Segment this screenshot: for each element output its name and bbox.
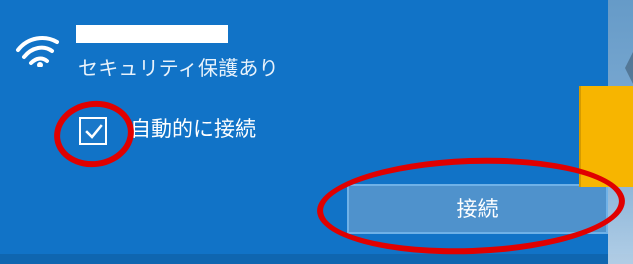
wifi-icon <box>16 36 59 67</box>
red-annotation-circle-connect-button <box>315 152 627 260</box>
side-arrow <box>625 40 633 96</box>
wifi-network-panel: セキュリティ保護あり 自動的に接続 接続 <box>0 0 633 264</box>
network-security-status: セキュリティ保護あり <box>78 56 279 80</box>
panel-bottom-shade <box>0 254 633 264</box>
network-name-redacted <box>76 25 228 43</box>
red-annotation-circle-checkbox <box>49 95 139 173</box>
auto-connect-label[interactable]: 自動的に接続 <box>130 117 256 142</box>
